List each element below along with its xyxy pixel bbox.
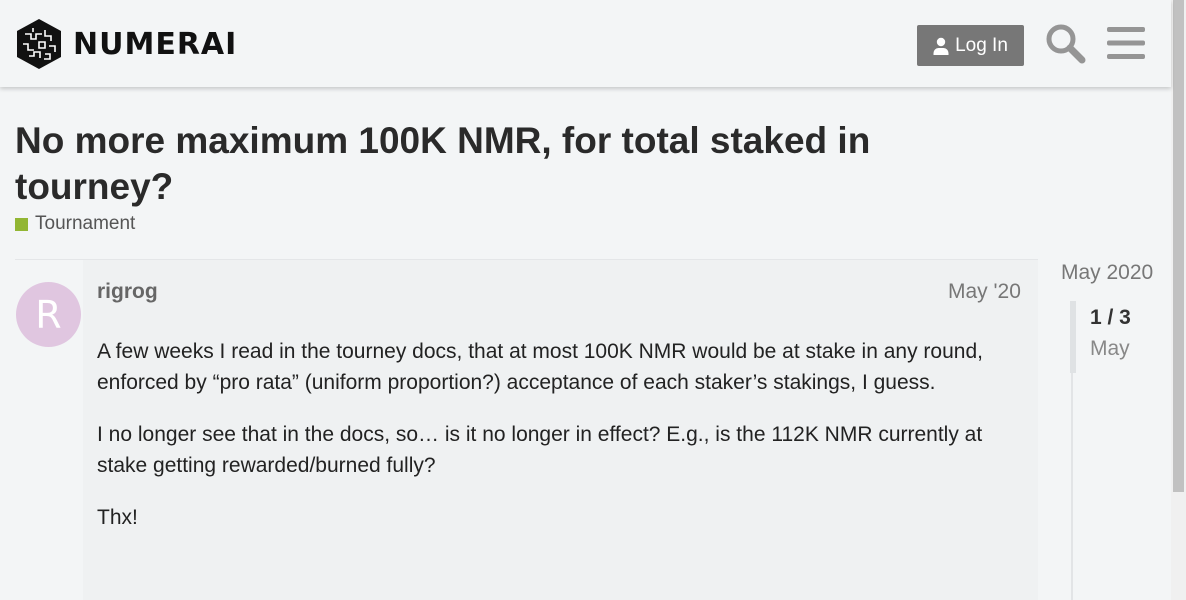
timeline-position: 1 / 3 xyxy=(1090,306,1131,329)
site-logo[interactable]: NUMERAI xyxy=(15,18,237,70)
login-button[interactable]: Log In xyxy=(917,25,1024,66)
user-icon xyxy=(933,37,949,55)
hamburger-menu-icon[interactable] xyxy=(1107,25,1145,61)
search-icon[interactable] xyxy=(1044,22,1086,64)
avatar[interactable]: R xyxy=(16,282,81,347)
timeline-start-date[interactable]: May 2020 xyxy=(1061,261,1153,285)
numerai-logo-icon xyxy=(17,19,61,69)
timeline-current-date: May xyxy=(1090,337,1130,360)
logo-text: NUMERAI xyxy=(73,26,238,62)
post-username[interactable]: rigrog xyxy=(97,280,158,304)
site-header: NUMERAI Log In xyxy=(0,0,1171,87)
post-content: A few weeks I read in the tourney docs, … xyxy=(97,336,1027,554)
login-label: Log In xyxy=(955,34,1008,56)
category-badge[interactable]: Tournament xyxy=(15,213,135,235)
scrollbar-thumb[interactable] xyxy=(1173,0,1184,492)
timeline-handle[interactable] xyxy=(1070,301,1076,373)
post-date[interactable]: May '20 xyxy=(948,280,1021,304)
post-paragraph: Thx! xyxy=(97,506,138,529)
post-paragraph: A few weeks I read in the tourney docs, … xyxy=(97,340,983,394)
post-paragraph: I no longer see that in the docs, so… is… xyxy=(97,423,983,477)
category-label: Tournament xyxy=(35,213,136,234)
page-scrollbar[interactable] xyxy=(1171,0,1186,600)
category-color-swatch xyxy=(15,217,28,231)
topic-title[interactable]: No more maximum 100K NMR, for total stak… xyxy=(15,118,935,210)
